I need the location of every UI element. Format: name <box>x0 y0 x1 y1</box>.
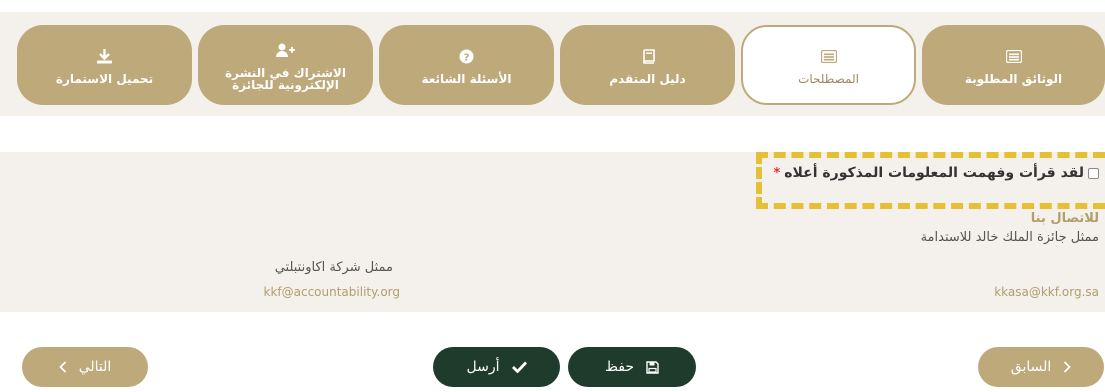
tab-label: الاشتراك في النشرة الإلكترونية للجائزة <box>225 66 346 92</box>
chevron-left-icon <box>58 361 67 373</box>
required-mark: * <box>773 165 781 181</box>
email-prize[interactable]: kkasa@kkf.org.sa <box>994 285 1099 299</box>
email-company[interactable]: kkf@accountability.org <box>264 285 401 299</box>
confirm-row: لقد قرأت وفهمت المعلومات المذكورة أعلاه … <box>773 165 1099 181</box>
chevron-right-icon <box>1063 361 1072 373</box>
checkmark-icon <box>511 361 527 373</box>
tab-label: المصطلحات <box>798 72 859 86</box>
send-label: أرسل <box>466 359 500 375</box>
floppy-disk-icon <box>646 360 659 374</box>
tab-label: دليل المتقدم <box>609 72 686 86</box>
confirm-checkbox[interactable] <box>1088 167 1099 179</box>
save-button[interactable]: حفظ <box>568 347 696 387</box>
tab-terms[interactable]: المصطلحات <box>741 25 916 105</box>
list-icon <box>1005 45 1022 67</box>
svg-text:?: ? <box>464 52 470 63</box>
tabs-band: الوثائق المطلوبة المصطلحات دليل المتقدم … <box>0 12 1105 116</box>
contact-title: للاتصال بنا <box>1030 211 1099 226</box>
tab-required-documents[interactable]: الوثائق المطلوبة <box>922 25 1105 105</box>
rep-prize: ممثل جائزة الملك خالد للاستدامة <box>920 230 1099 245</box>
book-icon <box>641 45 655 67</box>
download-icon <box>97 45 112 67</box>
question-icon: ? <box>459 45 474 67</box>
send-button[interactable]: أرسل <box>433 347 560 387</box>
tab-newsletter[interactable]: الاشتراك في النشرة الإلكترونية للجائزة <box>198 25 373 105</box>
tab-download-form[interactable]: تحميل الاستمارة <box>17 25 192 105</box>
list-icon <box>820 45 837 67</box>
contact-panel: لقد قرأت وفهمت المعلومات المذكورة أعلاه … <box>0 152 1105 312</box>
add-user-icon <box>275 39 296 61</box>
back-button[interactable]: السابق <box>978 347 1104 387</box>
tab-label: الأسئلة الشائعة <box>421 72 512 86</box>
save-label: حفظ <box>604 359 635 375</box>
confirm-label: لقد قرأت وفهمت المعلومات المذكورة أعلاه <box>784 165 1084 181</box>
tab-label: الوثائق المطلوبة <box>964 72 1063 86</box>
back-label: السابق <box>1010 359 1052 375</box>
rep-company: ممثل شركة اكاونتبلتي <box>274 260 393 275</box>
next-button[interactable]: التالي <box>22 347 148 387</box>
next-label: التالي <box>78 359 112 375</box>
tab-label: تحميل الاستمارة <box>55 72 154 86</box>
tab-faq[interactable]: ? الأسئلة الشائعة <box>379 25 554 105</box>
tab-applicant-guide[interactable]: دليل المتقدم <box>560 25 735 105</box>
